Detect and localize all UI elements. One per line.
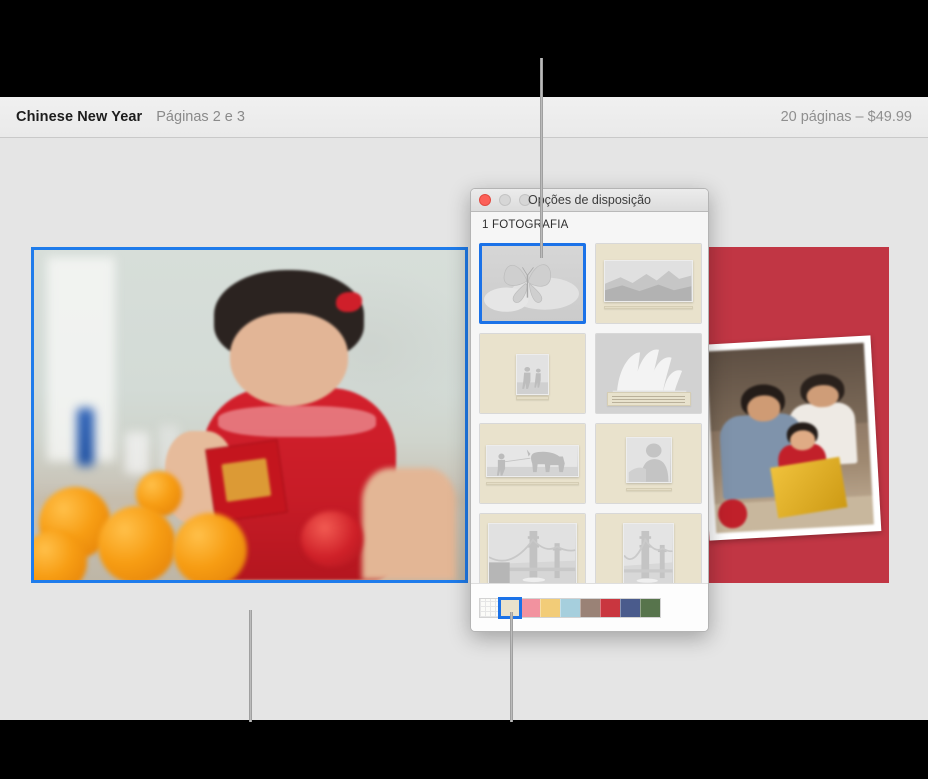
color-swatch-pink[interactable] — [520, 598, 540, 617]
layout-options-panel: Opções de disposição 1 FOTOGRAFIA — [470, 188, 709, 632]
adult-leg — [361, 467, 457, 580]
child-dress-trim — [218, 406, 376, 438]
layout-thumb-full-bleed-opera-caption[interactable] — [595, 333, 702, 414]
color-swatch-taupe[interactable] — [580, 598, 600, 617]
bridge-art — [489, 524, 576, 584]
bg-bottle — [77, 408, 95, 467]
canyon-icon — [604, 259, 693, 303]
layout-thumb-small-centered-people[interactable] — [479, 333, 586, 414]
child-face — [230, 313, 348, 407]
layout-thumbnail-grid — [479, 243, 702, 584]
panel-title: Opções de disposição — [528, 193, 651, 207]
color-swatch-paper-white[interactable] — [480, 598, 500, 617]
orange-fruit — [172, 513, 247, 580]
book-canvas: Opções — [0, 138, 928, 720]
background-color-strip — [471, 583, 708, 631]
layout-thumbnail-scroll[interactable] — [471, 237, 708, 584]
color-swatch-red[interactable] — [600, 598, 620, 617]
color-swatch-light-blue[interactable] — [560, 598, 580, 617]
color-swatch-group — [479, 596, 661, 619]
walkers-art — [516, 354, 549, 394]
layout-thumb-wide-inset-horse[interactable] — [479, 423, 586, 504]
callout-line-options-button — [249, 610, 252, 722]
horse-icon — [486, 445, 579, 477]
layout-thumb-large-inset-bridge[interactable] — [479, 513, 586, 584]
tomato-fruit — [301, 510, 364, 567]
callout-line-layout-thumbnail — [540, 58, 543, 258]
portrait-art — [627, 438, 671, 483]
caption-line — [515, 396, 550, 400]
toolbar: Chinese New Year Páginas 2 e 3 20 página… — [0, 97, 928, 138]
bridge-wide-icon — [488, 523, 577, 584]
caption-line — [486, 481, 579, 485]
screenshot-root: Chinese New Year Páginas 2 e 3 20 página… — [0, 0, 928, 779]
color-swatch-green[interactable] — [640, 598, 660, 617]
layout-thumb-full-bleed-butterfly[interactable] — [479, 243, 586, 324]
caption-text-block — [606, 392, 691, 406]
walkers-icon — [515, 353, 550, 395]
orange-fruit — [98, 506, 177, 580]
section-label: 1 FOTOGRAFIA — [482, 219, 569, 231]
color-swatch-navy[interactable] — [620, 598, 640, 617]
page-range-label: Páginas 2 e 3 — [156, 109, 245, 125]
child-hair-bow — [335, 291, 362, 312]
selected-photo-page[interactable] — [31, 247, 468, 583]
bridge-tall-art — [624, 524, 673, 584]
color-swatch-yellow[interactable] — [540, 598, 560, 617]
horse-art — [487, 446, 578, 476]
portrait-icon — [626, 437, 672, 484]
bridge-tall-icon — [623, 523, 674, 584]
document-title: Chinese New Year — [16, 109, 143, 125]
butterfly-icon — [484, 264, 579, 312]
panel-titlebar[interactable]: Opções de disposição — [471, 189, 708, 212]
layout-thumb-landscape-framed-canyon[interactable] — [595, 243, 702, 324]
callout-line-color-swatch — [510, 612, 513, 722]
price-info-label: 20 páginas – $49.99 — [780, 109, 912, 125]
orange-pile — [34, 461, 301, 580]
layout-thumb-square-inset-portrait[interactable] — [595, 423, 702, 504]
app-window: Chinese New Year Páginas 2 e 3 20 página… — [0, 97, 928, 720]
caption-line — [604, 305, 693, 309]
tilted-family-photo[interactable] — [698, 335, 882, 541]
layout-thumb-tall-inset-bridge[interactable] — [595, 513, 702, 584]
canyon-art — [605, 260, 692, 302]
caption-line — [626, 488, 672, 492]
tilted-photo-image — [706, 342, 874, 534]
